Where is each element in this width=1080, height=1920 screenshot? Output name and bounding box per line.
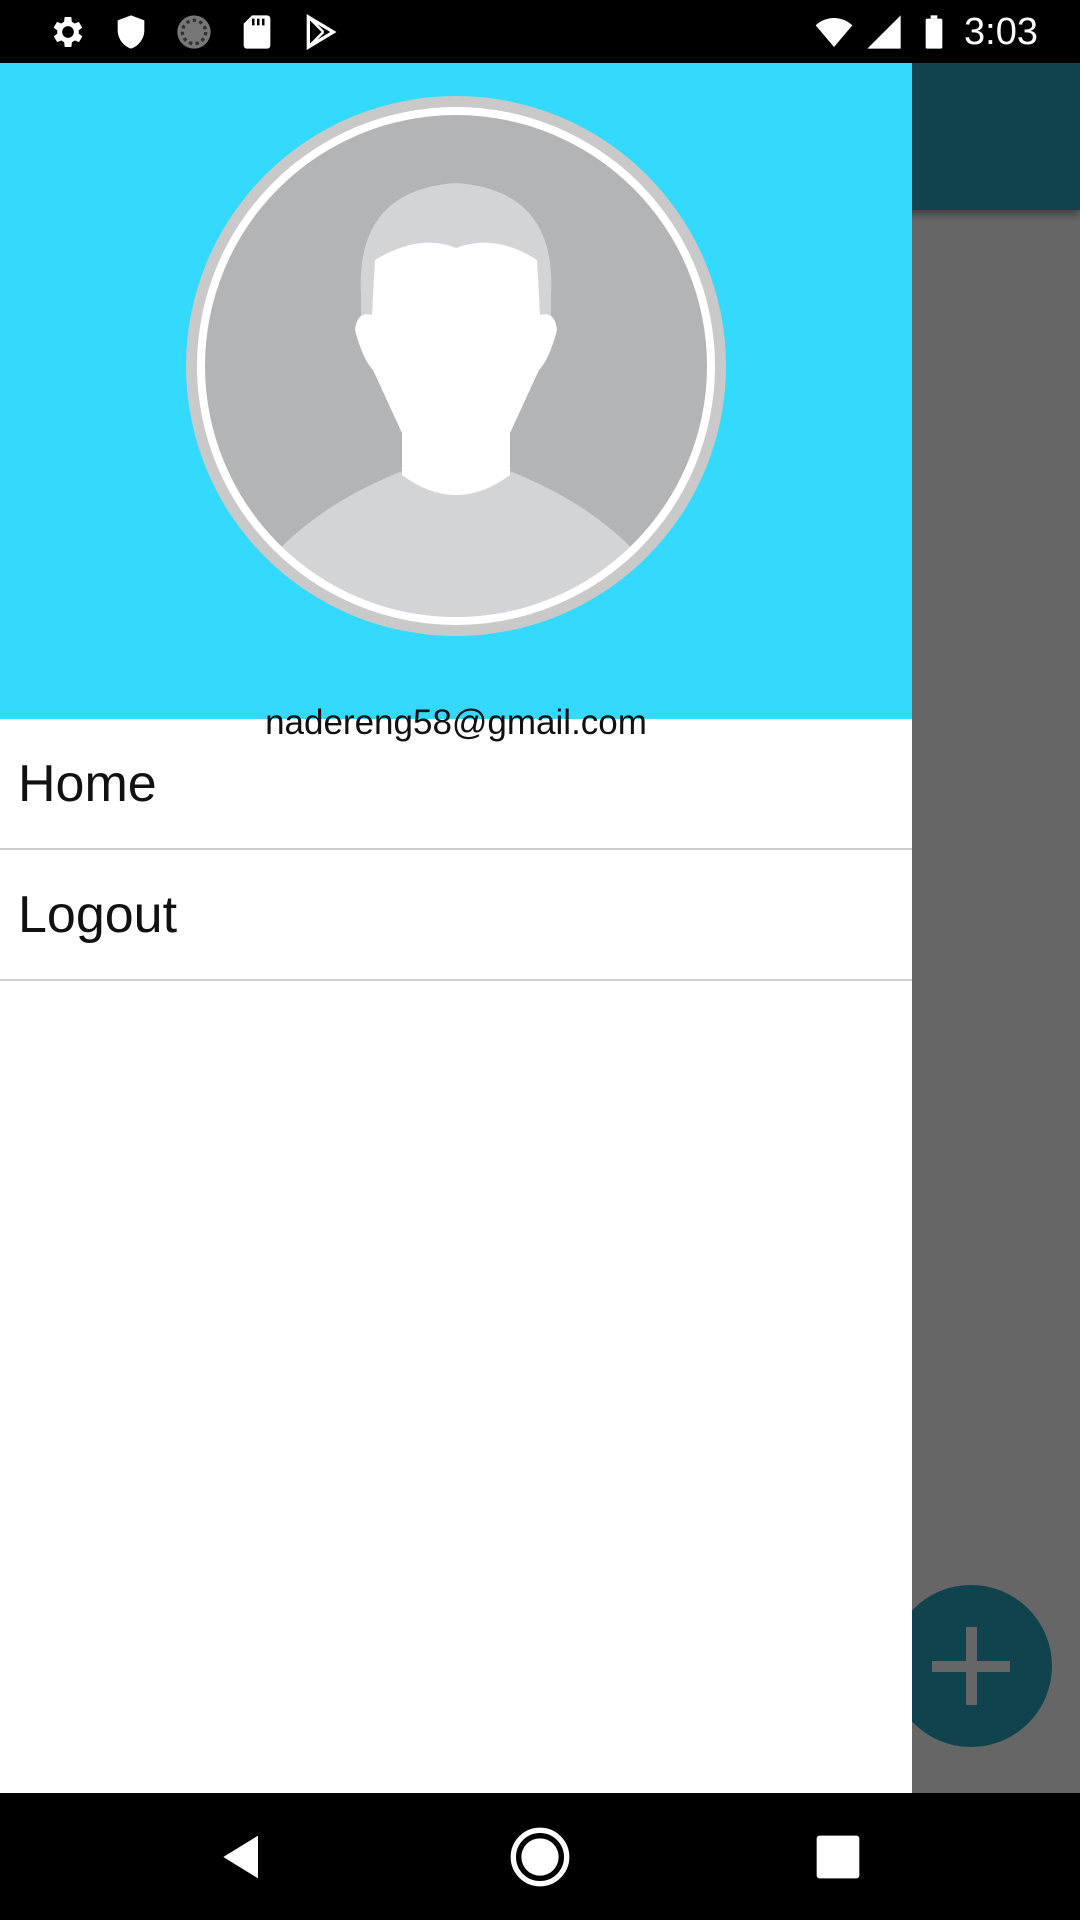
screen: 3:03 nadereng58@gmail.com Home Logout [0,0,1080,1920]
home-icon[interactable] [508,1825,572,1889]
shield-icon [117,15,145,49]
menu-item-logout[interactable]: Logout [0,850,912,981]
sync-icon [177,15,211,49]
avatar[interactable] [186,96,726,636]
back-icon[interactable] [210,1825,274,1889]
drawer-header: nadereng58@gmail.com [0,63,912,742]
recents-icon[interactable] [806,1825,870,1889]
default-person-avatar-icon [205,115,707,617]
cell-signal-icon [867,15,901,49]
battery-icon [925,15,943,49]
settings-icon [53,17,83,47]
system-nav-bar [0,1793,1080,1920]
menu-item-label: Home [18,755,157,813]
clock: 3:03 [964,11,1038,53]
status-bar: 3:03 [0,0,1080,63]
play-store-icon [306,14,337,50]
menu-item-label: Logout [18,886,178,944]
sd-card-icon [243,15,271,49]
wifi-icon [815,18,853,47]
navigation-drawer: nadereng58@gmail.com Home Logout [0,63,912,1793]
menu-item-home[interactable]: Home [0,719,912,850]
